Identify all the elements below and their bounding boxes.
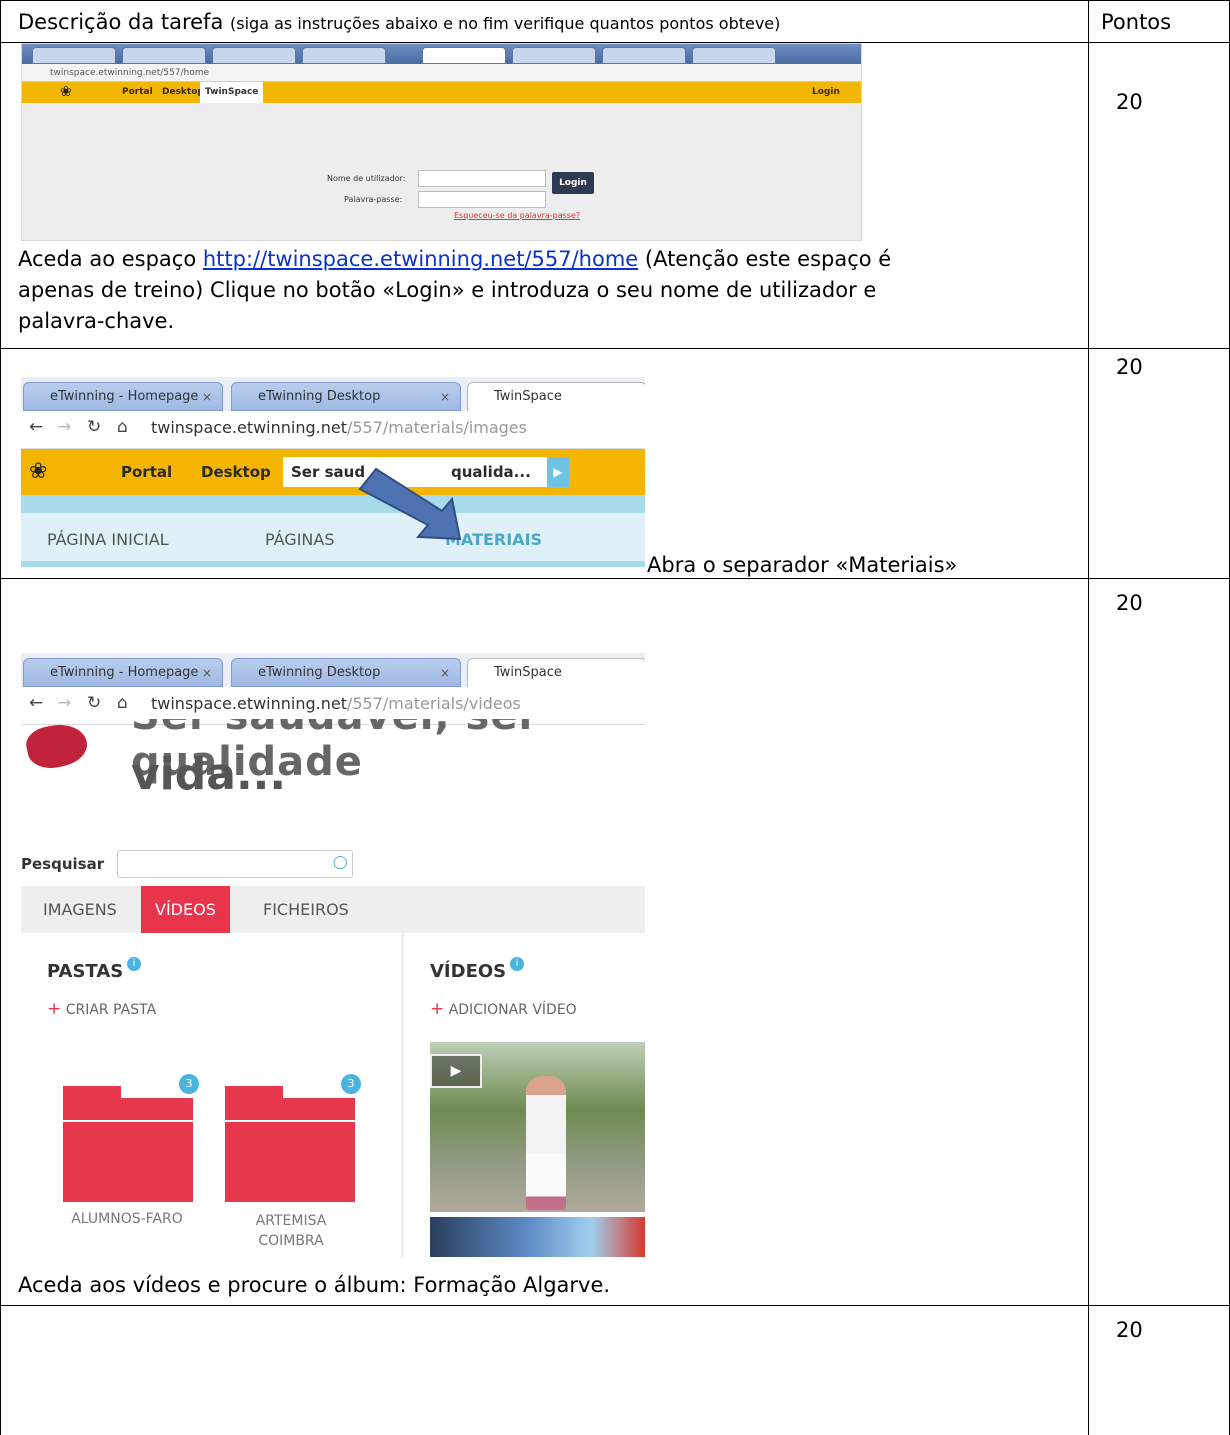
browser-tabstrip: eTwinning - Homepage × eTwinning Desktop ×… xyxy=(21,377,645,411)
home-icon: ⌂ xyxy=(117,693,128,713)
space-logo-icon xyxy=(23,719,91,773)
column-divider xyxy=(1088,0,1089,1435)
back-icon: ← xyxy=(29,417,44,437)
search-icon: ◯ xyxy=(333,855,348,870)
address-bar: twinspace.etwinning.net/557/home xyxy=(22,64,861,82)
folder-icon: 3 xyxy=(225,1074,361,1202)
row1-description: Aceda ao espaço http://twinspace.etwinni… xyxy=(18,247,892,333)
search-input xyxy=(117,850,353,878)
row3-points: 20 xyxy=(1116,591,1143,615)
address-bar: twinspace.etwinning.net/557/materials/vi… xyxy=(151,694,521,713)
tab-twinspace: TwinSpace xyxy=(467,382,645,411)
tab-videos: VÍDEOS xyxy=(141,886,230,933)
header-points: Pontos xyxy=(1101,10,1172,34)
home-icon: ⌂ xyxy=(117,417,128,437)
row3-description: Aceda aos vídeos e procure o álbum: Form… xyxy=(18,1273,611,1297)
space-menu: PÁGINA INICIAL PÁGINAS MATERIAIS xyxy=(21,513,645,567)
menu-pages: PÁGINAS xyxy=(265,530,335,549)
etwinning-navbar: ❀ Portal Desktop TwinSpace Login xyxy=(22,82,861,103)
tab-desktop: eTwinning Desktop × xyxy=(231,658,461,687)
password-label: Palavra-passe: xyxy=(344,195,403,204)
etwinning-logo-icon: ❀ xyxy=(29,459,48,484)
reload-icon: ↻ xyxy=(87,693,102,713)
forward-icon: → xyxy=(57,417,72,437)
back-icon: ← xyxy=(29,693,44,713)
row4-points: 20 xyxy=(1116,1318,1143,1342)
folder-icon: 3 xyxy=(63,1074,199,1202)
tab-files: FICHEIROS xyxy=(263,900,349,919)
video-thumbnail: ▶ xyxy=(430,1042,645,1212)
videos-heading: VÍDEOS xyxy=(430,961,507,982)
nav-portal: Portal xyxy=(122,87,153,97)
reload-icon: ↻ xyxy=(87,417,102,437)
nav-portal: Portal xyxy=(121,463,173,481)
header-description-note: (siga as instruções abaixo e no fim veri… xyxy=(230,14,781,33)
menu-home: PÁGINA INICIAL xyxy=(47,530,169,549)
row-divider xyxy=(0,348,1230,349)
table-border-left xyxy=(0,0,1,1435)
nav-login: Login xyxy=(812,87,840,97)
folder-name: ARTEMISA COIMBRA xyxy=(255,1213,327,1249)
videos-screenshot: eTwinning - Homepage × eTwinning Desktop ×… xyxy=(21,653,645,1257)
folder-count-badge: 3 xyxy=(179,1074,199,1094)
header-description: Descrição da tarefa (siga as instruções … xyxy=(18,7,780,39)
space-title: Ser saudável, ser qualidade vida... xyxy=(21,719,645,819)
pointer-arrow-icon xyxy=(358,467,462,541)
media-tabs: IMAGENS VÍDEOS FICHEIROS xyxy=(21,886,645,933)
video-thumbnail xyxy=(430,1217,645,1257)
forward-icon: → xyxy=(57,693,72,713)
play-icon: ▶ xyxy=(547,457,569,487)
nav-twinspace: TwinSpace xyxy=(200,82,264,103)
search-bar: Pesquisar ◯ xyxy=(21,847,645,885)
username-label: Nome de utilizador: xyxy=(327,174,406,183)
tab-homepage: eTwinning - Homepage × xyxy=(23,658,223,687)
row1-points: 20 xyxy=(1116,90,1143,114)
etwinning-logo-icon: ❀ xyxy=(60,84,72,100)
address-bar: twinspace.etwinning.net/557/materials/im… xyxy=(151,418,527,437)
row-divider xyxy=(0,1305,1230,1306)
twinspace-link[interactable]: http://twinspace.etwinning.net/557/home xyxy=(203,247,638,271)
folders-heading: PASTAS xyxy=(47,961,124,982)
row-divider xyxy=(0,578,1230,579)
table-border-top xyxy=(0,0,1230,1)
info-icon: i xyxy=(127,957,141,971)
search-label: Pesquisar xyxy=(21,855,105,873)
username-field xyxy=(418,170,546,187)
password-field xyxy=(418,191,546,208)
forgot-password-link: Esqueceu-se da palavra-passe? xyxy=(454,211,581,220)
browser-tabstrip: eTwinning - Homepage × eTwinning Desktop ×… xyxy=(21,653,645,687)
tab-homepage: eTwinning - Homepage × xyxy=(23,382,223,411)
browser-tabstrip xyxy=(22,44,861,64)
nav-desktop: Desktop xyxy=(162,87,204,97)
browser-navbar: ← → ↻ ⌂ twinspace.etwinning.net/557/mate… xyxy=(21,411,645,449)
tab-desktop: eTwinning Desktop × xyxy=(231,382,461,411)
info-icon: i xyxy=(510,957,524,971)
play-icon: ▶ xyxy=(430,1054,482,1088)
etwinning-navbar: ❀ Portal Desktop Ser saud qualida... ▶ xyxy=(21,449,645,495)
login-page-screenshot: twinspace.etwinning.net/557/home ❀ Porta… xyxy=(21,43,862,241)
header-description-title: Descrição da tarefa xyxy=(18,10,224,34)
nav-desktop: Desktop xyxy=(201,463,271,481)
row2-description: Abra o separador «Materiais» xyxy=(647,553,958,577)
folder-count-badge: 3 xyxy=(341,1074,361,1094)
create-folder-link: + CRIAR PASTA xyxy=(47,999,157,1019)
login-button: Login xyxy=(552,172,594,194)
row2-points: 20 xyxy=(1116,355,1143,379)
materials-screenshot: eTwinning - Homepage × eTwinning Desktop ×… xyxy=(21,377,645,573)
tab-twinspace: TwinSpace xyxy=(467,658,645,687)
add-video-link: + ADICIONAR VÍDEO xyxy=(430,999,577,1019)
tab-images: IMAGENS xyxy=(43,900,117,919)
folder-name: ALUMNOS-FARO xyxy=(71,1211,183,1227)
